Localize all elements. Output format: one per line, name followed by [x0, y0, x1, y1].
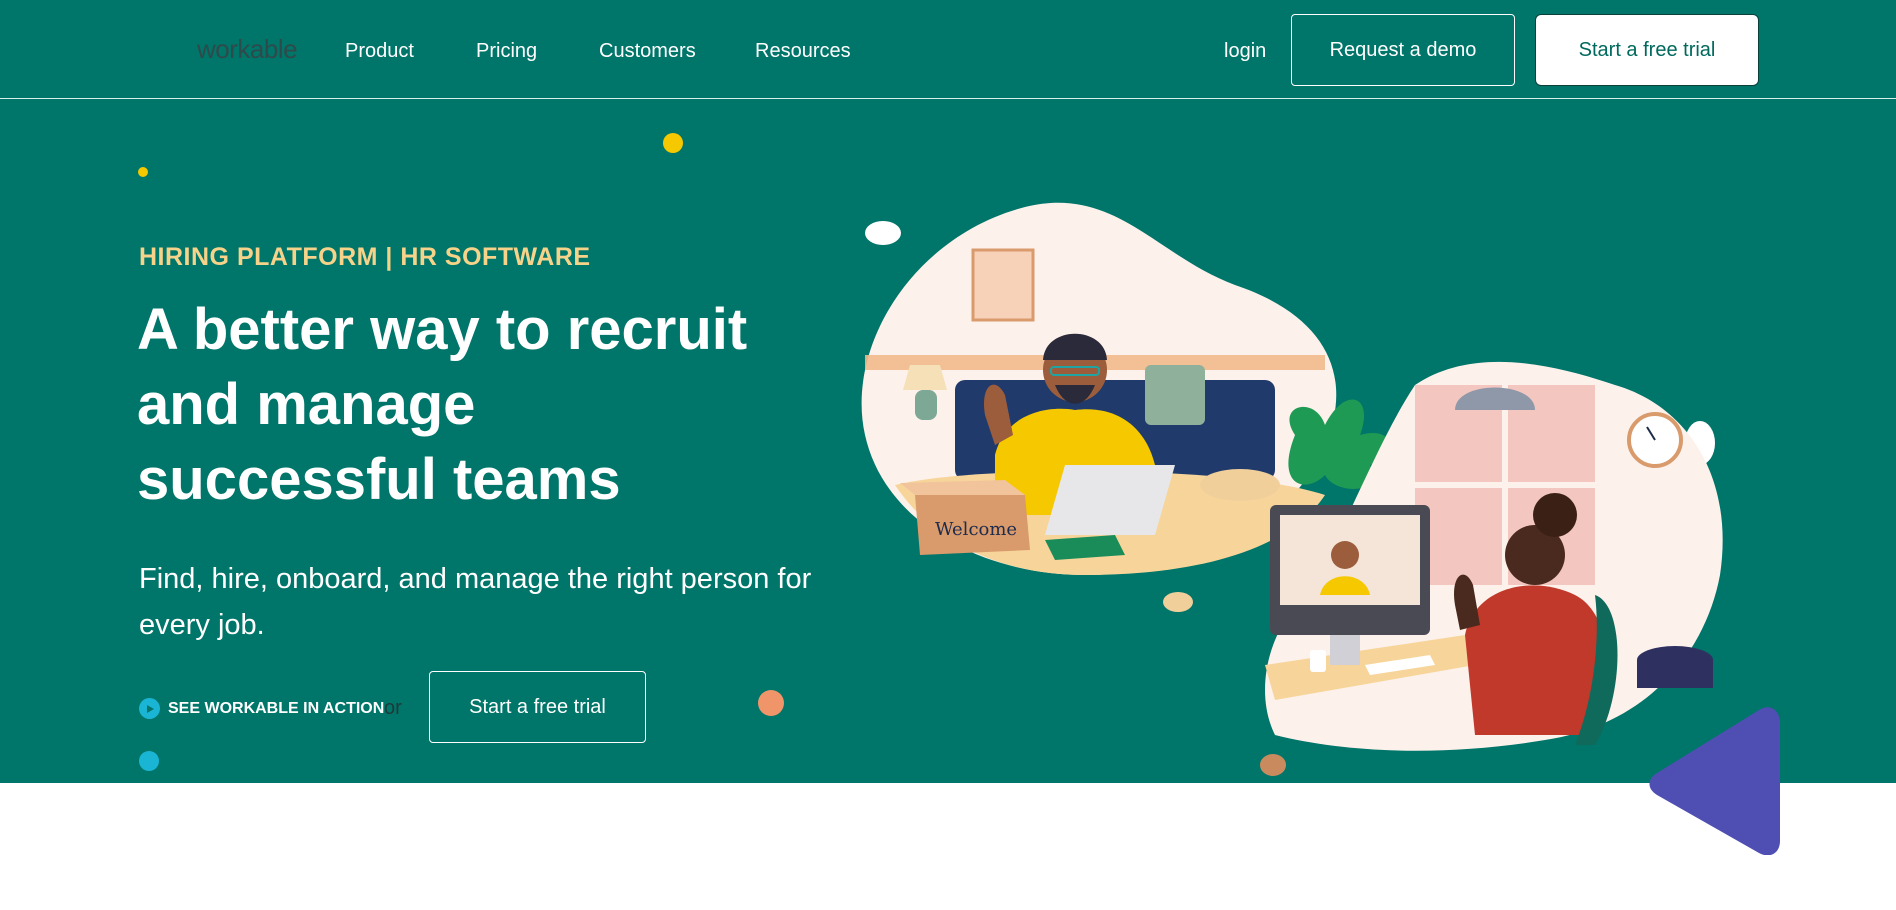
see-workable-in-action-link[interactable]: SEE WORKABLE IN ACTION	[139, 698, 384, 719]
request-demo-button[interactable]: Request a demo	[1291, 14, 1515, 86]
decor-purple-triangle	[1649, 707, 1780, 855]
decor-dot-yellow-small	[138, 167, 148, 177]
workable-logo[interactable]: workable	[197, 34, 298, 65]
nav-product[interactable]: Product	[345, 40, 414, 63]
landing-page: workable Product Pricing Customers Resou…	[0, 0, 1896, 910]
decor-dot-orange	[758, 690, 784, 716]
hero-subhead: Find, hire, onboard, and manage the righ…	[139, 563, 812, 641]
login-link[interactable]: login	[1224, 40, 1266, 63]
or-separator: or	[384, 697, 402, 719]
hero-start-trial-button[interactable]: Start a free trial	[429, 671, 646, 743]
top-navigation: workable Product Pricing Customers Resou…	[0, 0, 1896, 99]
welcome-box-label: Welcome	[935, 519, 1017, 540]
hero-headline: A better way to recruit and manage succe…	[137, 297, 748, 512]
see-action-label: SEE WORKABLE IN ACTION	[168, 699, 385, 717]
nav-customers[interactable]: Customers	[599, 40, 696, 63]
nav-pricing[interactable]: Pricing	[476, 40, 537, 63]
hero-illustration: Welcome	[861, 202, 1723, 776]
nav-start-trial-button[interactable]: Start a free trial	[1535, 14, 1759, 86]
decor-dot-blue	[139, 751, 159, 771]
nav-resources[interactable]: Resources	[755, 40, 851, 63]
decor-dot-yellow	[663, 133, 683, 153]
play-icon	[139, 698, 160, 719]
hero-eyebrow: HIRING PLATFORM | HR SOFTWARE	[139, 243, 591, 271]
